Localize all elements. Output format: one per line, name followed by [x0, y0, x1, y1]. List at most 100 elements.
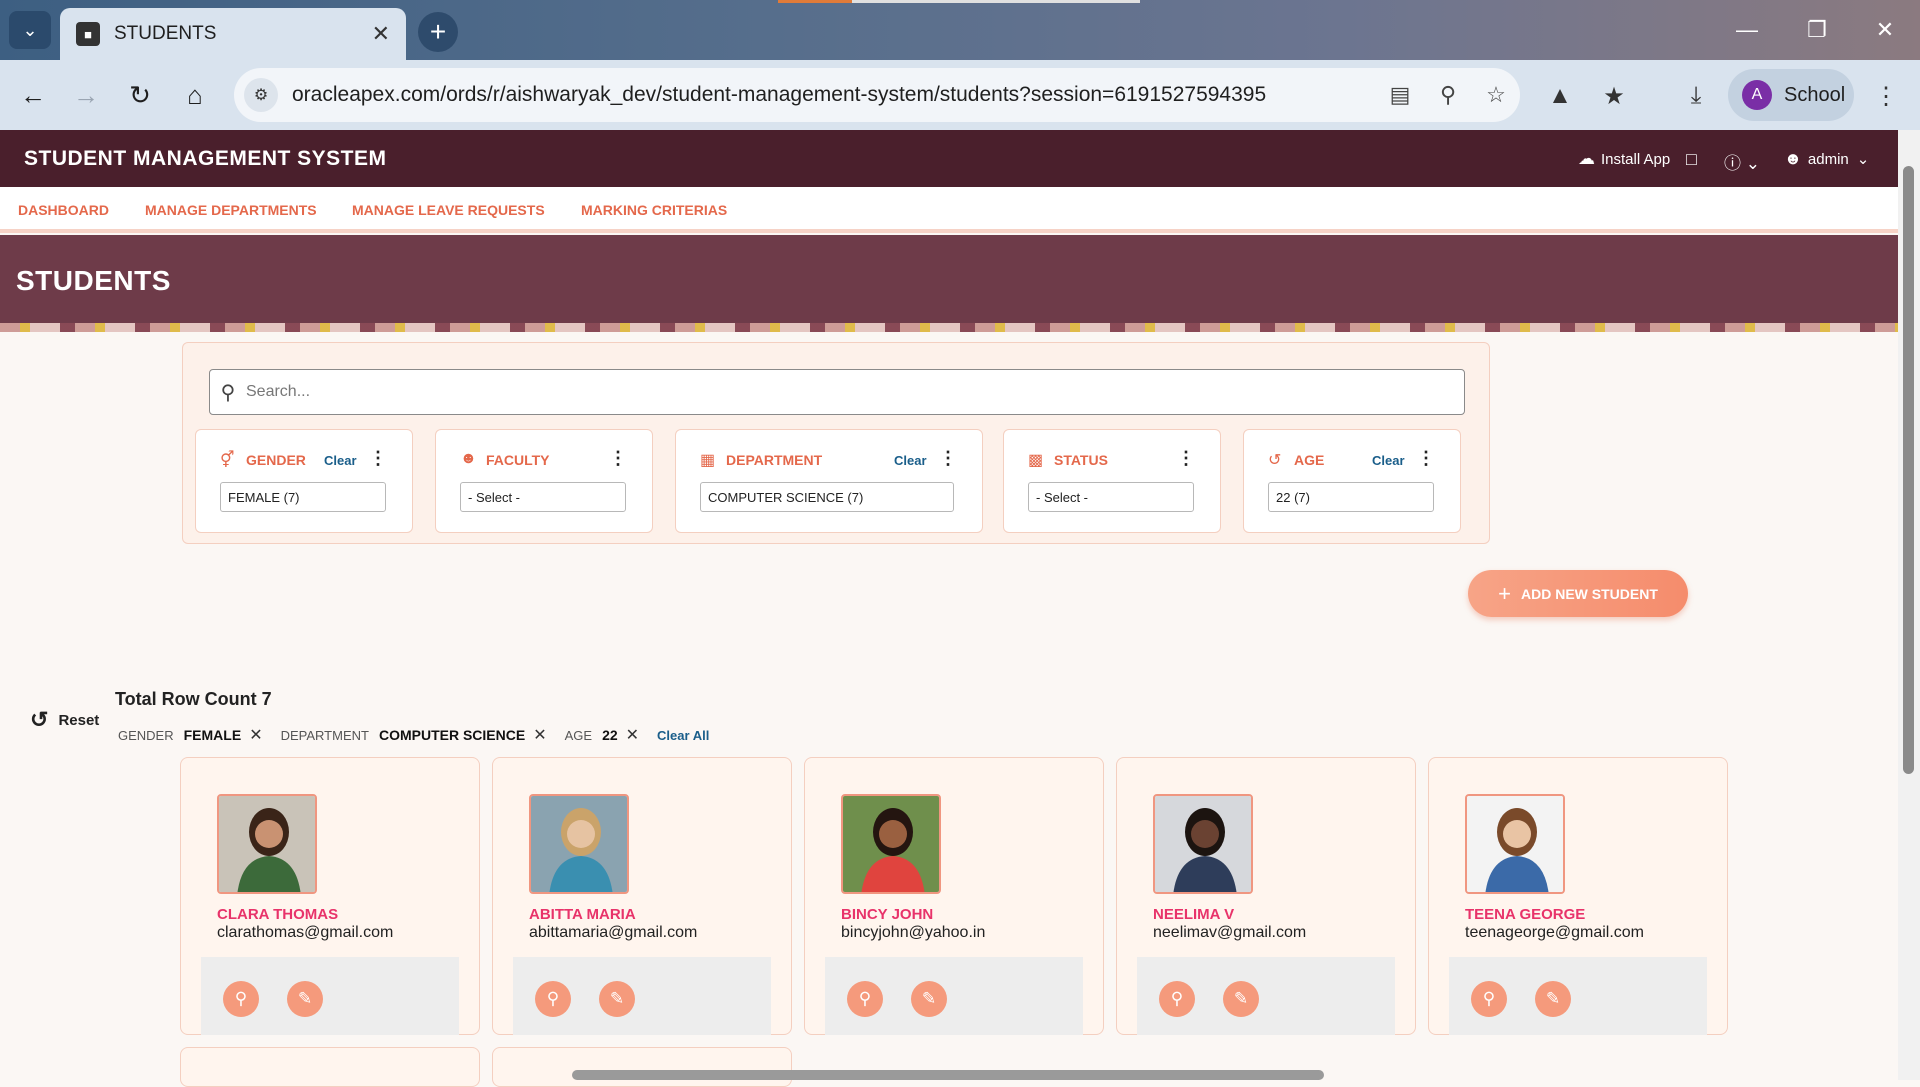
student-name[interactable]: NEELIMA V	[1153, 906, 1234, 923]
view-search-icon[interactable]: ⚲	[223, 981, 259, 1017]
install-page-icon[interactable]: ▤	[1376, 82, 1424, 108]
facet-label: DEPARTMENT	[726, 452, 823, 468]
edit-icon[interactable]: ✎	[1223, 981, 1259, 1017]
help-icon[interactable]: ⓘ ⌄	[1724, 149, 1760, 174]
facet-clear-button[interactable]: Clear	[324, 453, 357, 468]
more-options-icon[interactable]: ⋮	[609, 448, 627, 469]
tab-close-icon[interactable]: ✕	[372, 21, 390, 47]
loading-bar	[778, 0, 1140, 3]
restore-icon[interactable]: ❐	[1782, 0, 1852, 60]
facet-select[interactable]: - Select -	[460, 482, 626, 512]
browser-tab[interactable]: ■ STUDENTS ✕	[60, 8, 406, 60]
chevron-down-icon: ⌄	[1856, 151, 1870, 168]
tab-title: STUDENTS	[114, 23, 217, 44]
faceted-search-panel: ⚲ ⚥ GENDER Clear ⋮ FEMALE (7) ☻ FACULTY …	[182, 342, 1490, 544]
student-card	[492, 1047, 792, 1087]
add-new-student-button[interactable]: + ADD NEW STUDENT	[1468, 570, 1688, 617]
search-box[interactable]: ⚲	[209, 369, 1465, 415]
browser-menu-icon[interactable]: ⋮	[1868, 78, 1904, 114]
more-options-icon[interactable]: ⋮	[1177, 448, 1195, 469]
menu-item-dashboard[interactable]: DASHBOARD	[18, 202, 109, 218]
chip-remove-icon[interactable]: ✕	[249, 725, 262, 745]
view-search-icon[interactable]: ⚲	[1159, 981, 1195, 1017]
facet-select[interactable]: 22 (7)	[1268, 482, 1434, 512]
view-search-icon[interactable]: ⚲	[535, 981, 571, 1017]
bookmark-star-icon[interactable]: ☆	[1472, 82, 1520, 108]
chip-value: FEMALE	[183, 727, 242, 743]
vertical-scrollbar[interactable]	[1898, 130, 1920, 1080]
facet-clear-button[interactable]: Clear	[1372, 453, 1405, 468]
more-options-icon[interactable]: ⋮	[369, 448, 387, 469]
facet-select[interactable]: COMPUTER SCIENCE (7)	[700, 482, 954, 512]
new-tab-plus-icon[interactable]: +	[418, 12, 458, 52]
minimize-icon[interactable]: —	[1712, 0, 1782, 60]
facet-department: ▦ DEPARTMENT Clear ⋮ COMPUTER SCIENCE (7…	[675, 429, 983, 533]
facet-select[interactable]: - Select -	[1028, 482, 1194, 512]
horizontal-scrollbar[interactable]	[572, 1070, 1324, 1080]
reload-icon[interactable]: ↻	[120, 75, 160, 115]
more-options-icon[interactable]: ⋮	[1417, 448, 1435, 469]
tab-search-chevron-icon[interactable]: ⌄	[9, 11, 51, 49]
reset-icon: ↺	[30, 707, 49, 732]
edit-icon[interactable]: ✎	[599, 981, 635, 1017]
student-card: ABITTA MARIA abittamaria@gmail.com ⚲ ✎	[492, 757, 792, 1035]
scrollbar-thumb[interactable]	[1903, 166, 1914, 774]
home-icon[interactable]: ⌂	[175, 75, 215, 115]
menu-item-manage-leave-requests[interactable]: MANAGE LEAVE REQUESTS	[352, 202, 545, 218]
browser-tab-bar: ⌄ ■ STUDENTS ✕ + — ❐ ✕	[0, 0, 1920, 60]
window-close-icon[interactable]: ✕	[1850, 0, 1920, 60]
download-icon[interactable]: ⤓	[1678, 78, 1714, 114]
student-photo	[217, 794, 317, 894]
chip-remove-icon[interactable]: ✕	[626, 725, 639, 745]
clear-all-link[interactable]: Clear All	[657, 728, 709, 743]
student-photo	[841, 794, 941, 894]
main-menu: DASHBOARD MANAGE DEPARTMENTS MANAGE LEAV…	[0, 187, 1898, 233]
chip-remove-icon[interactable]: ✕	[533, 725, 546, 745]
address-bar[interactable]: ⚙ oracleapex.com/ords/r/aishwaryak_dev/s…	[234, 68, 1520, 122]
student-name[interactable]: CLARA THOMAS	[217, 906, 338, 923]
gender-icon: ⚥	[220, 452, 235, 469]
install-app-button[interactable]: ☁ Install App	[1578, 149, 1670, 169]
forward-arrow-icon[interactable]: →	[66, 75, 106, 115]
student-name[interactable]: TEENA GEORGE	[1465, 906, 1585, 923]
facet-faculty: ☻ FACULTY ⋮ - Select -	[435, 429, 653, 533]
menu-item-marking-criterias[interactable]: MARKING CRITERIAS	[581, 202, 727, 218]
user-menu[interactable]: ☻ admin ⌄	[1784, 149, 1869, 169]
back-arrow-icon[interactable]: ←	[13, 75, 53, 115]
incognito-icon[interactable]: ▲	[1542, 78, 1578, 114]
card-actions: ⚲ ✎	[1449, 957, 1707, 1035]
facet-age: ↺ AGE Clear ⋮ 22 (7)	[1243, 429, 1461, 533]
app-title[interactable]: STUDENT MANAGEMENT SYSTEM	[24, 147, 387, 171]
zoom-icon[interactable]: ⚲	[1424, 82, 1472, 108]
plus-icon: +	[1498, 580, 1511, 606]
edit-icon[interactable]: ✎	[287, 981, 323, 1017]
chip-key: GENDER	[118, 727, 174, 743]
menu-item-manage-departments[interactable]: MANAGE DEPARTMENTS	[145, 202, 317, 218]
facet-select[interactable]: FEMALE (7)	[220, 482, 386, 512]
age-icon: ↺	[1268, 452, 1282, 469]
favorites-icon[interactable]: ★	[1596, 78, 1632, 114]
site-info-icon[interactable]: ⚙	[244, 78, 278, 112]
card-actions: ⚲ ✎	[1137, 957, 1395, 1035]
edit-icon[interactable]: ✎	[911, 981, 947, 1017]
page-banner: STUDENTS	[0, 235, 1898, 332]
total-row-count: Total Row Count 7	[115, 689, 272, 709]
url-text[interactable]: oracleapex.com/ords/r/aishwaryak_dev/stu…	[292, 83, 1376, 107]
more-options-icon[interactable]: ⋮	[939, 448, 957, 469]
student-card: CLARA THOMAS clarathomas@gmail.com ⚲ ✎	[180, 757, 480, 1035]
status-chart-icon: ▩	[1028, 452, 1044, 469]
reset-button[interactable]: ↺ Reset	[30, 707, 99, 733]
app-header: STUDENT MANAGEMENT SYSTEM ☁ Install App …	[0, 130, 1898, 187]
chat-icon[interactable]: □	[1686, 149, 1697, 170]
view-search-icon[interactable]: ⚲	[847, 981, 883, 1017]
student-name[interactable]: BINCY JOHN	[841, 906, 933, 923]
facet-label: AGE	[1294, 452, 1325, 468]
chip-key: DEPARTMENT	[280, 727, 369, 743]
facet-clear-button[interactable]: Clear	[894, 453, 927, 468]
student-name[interactable]: ABITTA MARIA	[529, 906, 636, 923]
view-search-icon[interactable]: ⚲	[1471, 981, 1507, 1017]
search-input[interactable]	[246, 383, 1464, 401]
student-email: abittamaria@gmail.com	[529, 924, 698, 941]
edit-icon[interactable]: ✎	[1535, 981, 1571, 1017]
profile-button[interactable]: A School	[1728, 69, 1854, 121]
